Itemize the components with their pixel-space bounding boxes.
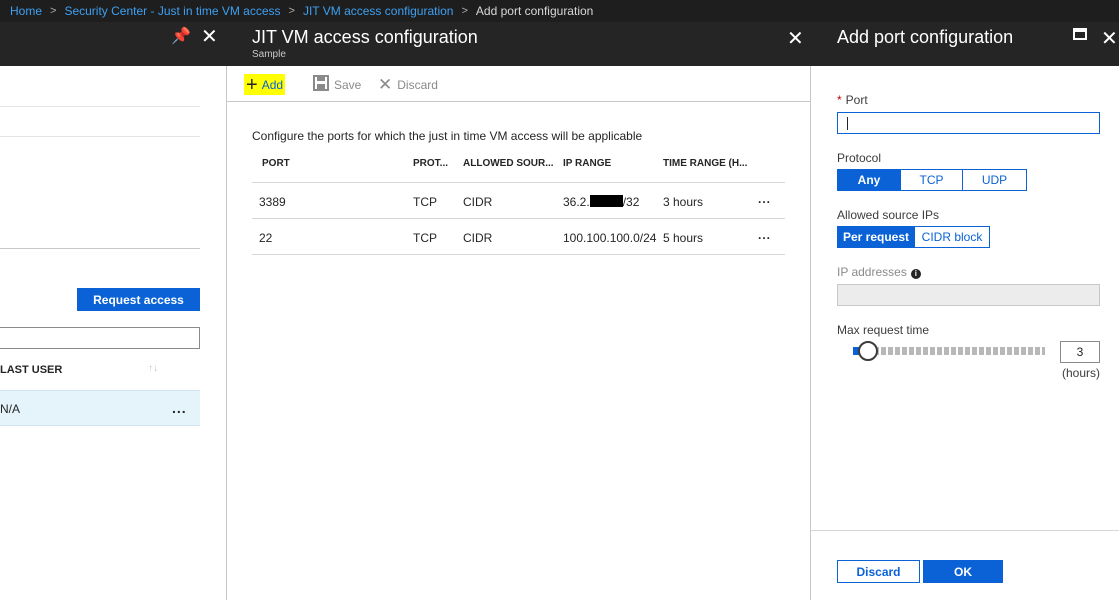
column-header-ip-range[interactable]: IP RANGE bbox=[563, 158, 611, 169]
protocol-label: Protocol bbox=[837, 151, 882, 165]
chevron-right-icon: > bbox=[461, 5, 468, 17]
ip-addresses-label-text: IP addresses bbox=[837, 265, 907, 279]
slider-track[interactable] bbox=[853, 347, 1045, 355]
divider bbox=[811, 530, 1119, 531]
source-ips-label: Allowed source IPs bbox=[837, 208, 940, 222]
sort-icon[interactable]: ↑↓ bbox=[148, 363, 158, 374]
blade-title: JIT VM access configuration bbox=[252, 27, 478, 47]
add-label: Add bbox=[261, 77, 284, 92]
required-marker: * bbox=[837, 93, 842, 107]
ip-range-value: 100.100.100.0/24 bbox=[563, 231, 657, 245]
cidr-block-option[interactable]: CIDR block bbox=[914, 226, 990, 248]
divider bbox=[0, 248, 200, 249]
time-range-value: 3 hours bbox=[663, 195, 704, 209]
column-header-protocol[interactable]: PROT... bbox=[413, 158, 448, 169]
left-blade-header: 📌 ✕ bbox=[0, 22, 227, 66]
table-row[interactable]: 3389 TCP CIDR 36.2. /32 3 hours ... bbox=[252, 183, 785, 219]
ip-addresses-input bbox=[837, 284, 1100, 306]
save-label: Save bbox=[334, 77, 362, 92]
port-label: * Port bbox=[837, 93, 868, 107]
blade-subtitle: Sample bbox=[252, 49, 286, 60]
protocol-udp-option[interactable]: UDP bbox=[962, 169, 1027, 191]
intro-text: Configure the ports for which the just i… bbox=[252, 129, 643, 143]
close-icon[interactable]: ✕ bbox=[1101, 26, 1118, 51]
time-range-value: 5 hours bbox=[663, 231, 704, 245]
ip-range-suffix: /32 bbox=[622, 195, 640, 209]
breadcrumb-home[interactable]: Home bbox=[10, 4, 42, 18]
breadcrumb-jit-config[interactable]: JIT VM access configuration bbox=[303, 4, 454, 18]
source-value: CIDR bbox=[463, 231, 493, 245]
save-icon bbox=[313, 74, 329, 95]
protocol-value: TCP bbox=[413, 195, 437, 209]
request-access-button[interactable]: Request access bbox=[77, 288, 200, 311]
chevron-right-icon: > bbox=[50, 5, 57, 17]
more-options-icon[interactable]: ... bbox=[758, 192, 771, 206]
port-input[interactable] bbox=[837, 112, 1100, 134]
column-header-last-user[interactable]: LAST USER bbox=[0, 364, 62, 376]
breadcrumb-current: Add port configuration bbox=[475, 4, 594, 18]
max-time-slider[interactable] bbox=[853, 341, 1045, 361]
ok-button[interactable]: OK bbox=[923, 560, 1003, 583]
add-port-blade: Add port configuration ✕ * Port Protocol … bbox=[811, 22, 1119, 600]
breadcrumb: Home > Security Center - Just in time VM… bbox=[0, 0, 1119, 22]
redaction-block bbox=[589, 195, 623, 207]
save-button[interactable]: Save bbox=[313, 74, 361, 95]
column-header-time-range[interactable]: TIME RANGE (H... bbox=[663, 158, 747, 169]
table-row[interactable]: N/A ... bbox=[0, 390, 200, 426]
left-blade: 📌 ✕ Request access LAST USER ↑↓ N/A ... bbox=[0, 22, 227, 600]
more-options-icon[interactable]: ... bbox=[172, 400, 187, 416]
chevron-right-icon: > bbox=[288, 5, 295, 17]
close-icon[interactable]: ✕ bbox=[787, 26, 804, 51]
per-request-option[interactable]: Per request bbox=[837, 226, 915, 248]
blade-title: Add port configuration bbox=[837, 27, 1014, 47]
max-time-input[interactable]: 3 bbox=[1060, 341, 1100, 363]
hours-unit-label: (hours) bbox=[1062, 366, 1101, 380]
blade-header: JIT VM access configuration Sample ✕ bbox=[227, 22, 811, 66]
jit-config-blade: JIT VM access configuration Sample ✕ + A… bbox=[227, 22, 811, 600]
info-icon[interactable]: i bbox=[910, 269, 921, 279]
divider bbox=[0, 136, 200, 137]
max-request-time-label: Max request time bbox=[837, 323, 930, 337]
discard-toolbar-button[interactable]: ✕ Discard bbox=[378, 74, 438, 95]
column-header-source[interactable]: ALLOWED SOUR... bbox=[463, 158, 554, 169]
column-header-port[interactable]: PORT bbox=[262, 158, 290, 169]
last-user-value: N/A bbox=[0, 402, 21, 416]
plus-icon: + bbox=[246, 73, 258, 96]
ip-range-prefix: 36.2. bbox=[563, 195, 590, 209]
maximize-icon[interactable] bbox=[1073, 28, 1087, 40]
protocol-tcp-option[interactable]: TCP bbox=[900, 169, 963, 191]
close-icon[interactable]: ✕ bbox=[201, 24, 218, 49]
toolbar: + Add Save ✕ Discard bbox=[227, 66, 810, 102]
port-value: 3389 bbox=[259, 195, 286, 209]
table-row[interactable]: 22 TCP CIDR 100.100.100.0/24 5 hours ... bbox=[252, 219, 785, 255]
ip-range-value: 36.2. /32 bbox=[563, 195, 639, 209]
protocol-value: TCP bbox=[413, 231, 437, 245]
discard-icon: ✕ bbox=[378, 74, 393, 94]
text-caret bbox=[847, 117, 848, 130]
blade-header: Add port configuration ✕ bbox=[811, 22, 1119, 66]
pin-icon[interactable]: 📌 bbox=[171, 26, 191, 46]
divider bbox=[0, 106, 200, 107]
discard-label: Discard bbox=[397, 77, 438, 92]
port-label-text: Port bbox=[845, 93, 868, 107]
breadcrumb-security-center[interactable]: Security Center - Just in time VM access bbox=[64, 4, 280, 18]
protocol-any-option[interactable]: Any bbox=[837, 169, 901, 191]
ip-addresses-label: IP addresses i bbox=[837, 265, 921, 279]
more-options-icon[interactable]: ... bbox=[758, 228, 771, 242]
port-value: 22 bbox=[259, 231, 273, 245]
add-button[interactable]: + Add bbox=[244, 73, 286, 96]
source-value: CIDR bbox=[463, 195, 493, 209]
slider-handle[interactable] bbox=[858, 341, 878, 361]
filter-input[interactable] bbox=[0, 327, 200, 349]
discard-button[interactable]: Discard bbox=[837, 560, 920, 583]
